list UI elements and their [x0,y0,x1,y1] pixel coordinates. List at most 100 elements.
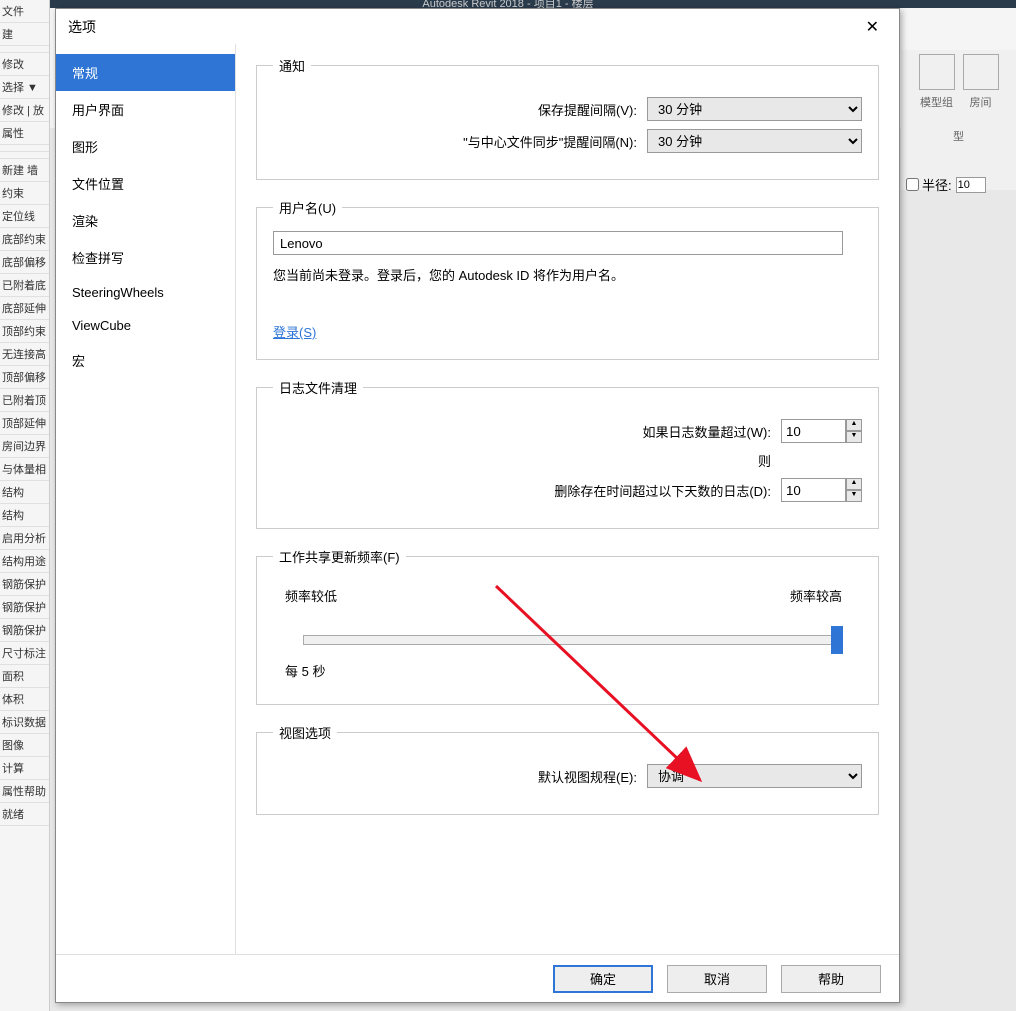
default-view-label: 默认视图规程(E): [273,767,647,786]
panel-item: 结构用途 [0,550,49,573]
dialog-title: 选项 [68,17,858,37]
type-label: 型 [953,128,964,144]
panel-item [0,46,49,53]
log-cleanup-group: 日志文件清理 如果日志数量超过(W): ▲▼ 则 删除存在时间超过以下天数的日志… [256,378,879,529]
panel-item: 标识数据 [0,711,49,734]
username-input[interactable] [273,231,843,255]
panel-item: 建 [0,23,49,46]
log-count-input[interactable] [781,419,846,443]
sidebar-item[interactable]: 图形 [56,128,235,165]
frequency-slider[interactable] [303,635,842,645]
frequency-value: 每 5 秒 [285,661,862,680]
panel-item: 底部约束 [0,228,49,251]
panel-item: 修改 | 放 [0,99,49,122]
spin-down-icon[interactable]: ▼ [846,431,862,443]
view-legend: 视图选项 [273,723,337,742]
frequency-legend: 工作共享更新频率(F) [273,547,406,566]
sidebar-item[interactable]: SteeringWheels [56,276,235,309]
log-then-label: 则 [273,451,781,470]
panel-item: 图像 [0,734,49,757]
panel-item: 体积 [0,688,49,711]
ok-button[interactable]: 确定 [553,965,653,993]
save-interval-select[interactable]: 30 分钟 [647,97,862,121]
login-note: 您当前尚未登录。登录后，您的 Autodesk ID 将作为用户名。 [273,265,862,284]
panel-item: 结构 [0,504,49,527]
frequency-group: 工作共享更新频率(F) 频率较低 频率较高 每 5 秒 [256,547,879,705]
spin-up-icon[interactable]: ▲ [846,419,862,431]
dialog-titlebar: 选项 ✕ [56,9,899,44]
help-button[interactable]: 帮助 [781,965,881,993]
panel-item: 已附着底 [0,274,49,297]
panel-item: 属性 [0,122,49,145]
panel-item: 定位线 [0,205,49,228]
sync-interval-label: "与中心文件同步"提醒间隔(N): [273,132,647,151]
panel-item: 钢筋保护 [0,573,49,596]
panel-item: 约束 [0,182,49,205]
options-dialog: 选项 ✕ 常规用户界面图形文件位置渲染检查拼写SteeringWheelsVie… [55,8,900,1003]
radius-label: 半径: [922,175,952,194]
panel-item: 钢筋保护 [0,596,49,619]
login-link[interactable]: 登录(S) [273,322,316,341]
panel-item: 就绪 [0,803,49,826]
sidebar-item[interactable]: 文件位置 [56,165,235,202]
log-legend: 日志文件清理 [273,378,363,397]
panel-item: 修改 [0,53,49,76]
panel-item: 无连接高 [0,343,49,366]
spin-up-icon[interactable]: ▲ [846,478,862,490]
username-legend: 用户名(U) [273,198,342,217]
panel-item: 新建 墙 [0,159,49,182]
app-titlebar: Autodesk Revit 2018 - 项目1 - 楼层 [0,0,1016,8]
cancel-button[interactable]: 取消 [667,965,767,993]
options-sidebar: 常规用户界面图形文件位置渲染检查拼写SteeringWheelsViewCube… [56,44,236,954]
notify-legend: 通知 [273,56,311,75]
freq-high-label: 频率较高 [790,586,842,605]
panel-item: 顶部偏移 [0,366,49,389]
panel-item: 尺寸标注 [0,642,49,665]
notify-group: 通知 保存提醒间隔(V): 30 分钟 "与中心文件同步"提醒间隔(N): 30… [256,56,879,180]
model-group-icon[interactable] [919,54,955,90]
panel-item: 文件 [0,0,49,23]
sidebar-item[interactable]: 检查拼写 [56,239,235,276]
panel-item: 结构 [0,481,49,504]
view-options-group: 视图选项 默认视图规程(E): 协调 [256,723,879,815]
close-icon[interactable]: ✕ [858,13,887,41]
panel-item: 选择 ▼ [0,76,49,99]
panel-item: 顶部约束 [0,320,49,343]
panel-item [0,145,49,152]
panel-item: 房间边界 [0,435,49,458]
log-days-input[interactable] [781,478,846,502]
right-ribbon-group: 模型组 房间 型 [901,50,1016,190]
spin-down-icon[interactable]: ▼ [846,490,862,502]
default-view-select[interactable]: 协调 [647,764,862,788]
panel-item: 与体量相 [0,458,49,481]
panel-item: 计算 [0,757,49,780]
sidebar-item[interactable]: 渲染 [56,202,235,239]
sidebar-item[interactable]: ViewCube [56,309,235,342]
sidebar-item[interactable]: 用户界面 [56,91,235,128]
room-label: 房间 [959,94,1003,110]
room-icon[interactable] [963,54,999,90]
sidebar-item[interactable]: 宏 [56,342,235,379]
radius-option: 半径: [906,175,1016,194]
sync-interval-select[interactable]: 30 分钟 [647,129,862,153]
left-panel: 文件建修改选择 ▼修改 | 放属性新建 墙约束定位线底部约束底部偏移已附着底底部… [0,0,50,1011]
username-group: 用户名(U) 您当前尚未登录。登录后，您的 Autodesk ID 将作为用户名… [256,198,879,360]
panel-item [0,152,49,159]
panel-item: 已附着顶 [0,389,49,412]
save-interval-label: 保存提醒间隔(V): [273,100,647,119]
panel-item: 底部偏移 [0,251,49,274]
log-days-label: 删除存在时间超过以下天数的日志(D): [273,481,781,500]
panel-item: 启用分析 [0,527,49,550]
panel-item: 顶部延伸 [0,412,49,435]
log-count-label: 如果日志数量超过(W): [273,422,781,441]
model-group-label: 模型组 [915,94,959,110]
radius-checkbox[interactable] [906,178,919,191]
radius-input[interactable] [956,177,986,193]
dialog-footer: 确定 取消 帮助 [56,954,899,1002]
freq-low-label: 频率较低 [285,586,337,605]
panel-item: 面积 [0,665,49,688]
panel-item: 钢筋保护 [0,619,49,642]
slider-thumb[interactable] [831,626,843,654]
sidebar-item[interactable]: 常规 [56,54,235,91]
options-content: 通知 保存提醒间隔(V): 30 分钟 "与中心文件同步"提醒间隔(N): 30… [236,44,899,954]
